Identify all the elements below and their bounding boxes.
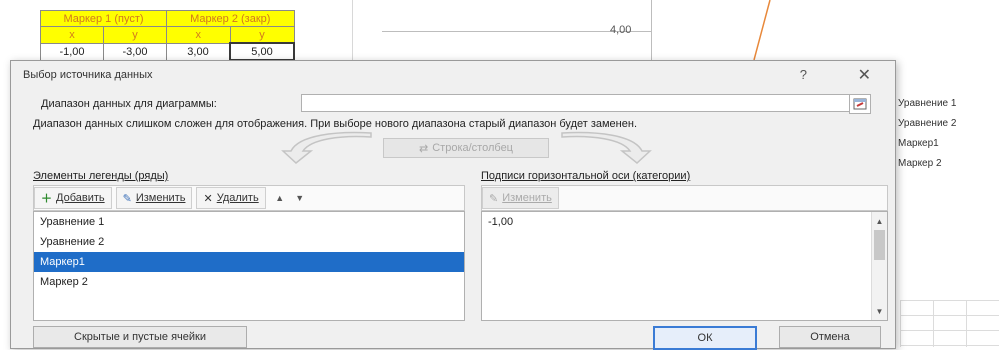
chevron-up-icon: ▲ [875,216,884,226]
series-item-marker-1[interactable]: Маркер1 [34,252,464,272]
axis-labels-list[interactable]: -1,00 ▲ ▼ [481,211,888,321]
delete-series-button[interactable]: ✕ Удалить [196,187,266,209]
move-down-button[interactable]: ▼ [290,188,310,208]
axis-label-item[interactable]: -1,00 [482,212,887,232]
cell-y1-value[interactable]: -3,00 [103,42,167,61]
arrow-left-icon [281,131,372,164]
hidden-empty-cells-button[interactable]: Скрытые и пустые ячейки [33,326,247,348]
arrow-right-icon [561,131,652,164]
cell-x2-value[interactable]: 3,00 [166,42,231,61]
axis-list-scrollbar[interactable]: ▲ ▼ [871,212,887,320]
cell-x1-value[interactable]: -1,00 [40,42,104,61]
scroll-thumb[interactable] [874,230,885,260]
series-item-equation-1[interactable]: Уравнение 1 [34,212,464,232]
ok-button[interactable]: ОК [653,326,757,350]
move-up-button[interactable]: ▲ [270,188,290,208]
marker1-header[interactable]: Маркер 1 (пуст) [40,10,167,27]
legend-entry: Маркер 2 [898,158,942,169]
switch-label: Строка/столбец [432,142,513,154]
chart-range-label: Диапазон данных для диаграммы: [41,98,217,110]
marker-table: Маркер 1 (пуст) Маркер 2 (закр) x y x y … [40,10,295,61]
axis-toolbar: ✎ Изменить [481,185,888,211]
cell-x1-label[interactable]: x [40,26,104,44]
cell-x2-label[interactable]: x [166,26,231,44]
chart-range-input[interactable] [301,94,856,112]
range-picker-icon [853,98,867,110]
legend-entry: Уравнение 1 [898,98,957,109]
switch-row-column-button[interactable]: ⇄ Строка/столбец [383,138,549,158]
range-complex-warning: Диапазон данных слишком сложен для отобр… [33,118,637,130]
range-select-button[interactable] [849,94,871,114]
legend-entry: Уравнение 2 [898,118,957,129]
axis-labels-label: Подписи горизонтальной оси (категории) [481,170,691,182]
cell-y2-label[interactable]: y [229,26,295,44]
chevron-down-icon: ▼ [875,306,884,316]
legend-series-list[interactable]: Уравнение 1 Уравнение 2 Маркер1 Маркер 2 [33,211,465,321]
edit-icon: ✎ [122,192,132,205]
cell-y2-value[interactable]: 5,00 [229,42,295,61]
legend-toolbar: ＋ Добавить ✎ Изменить ✕ Удалить ▲ ▼ [33,185,465,211]
add-series-button[interactable]: ＋ Добавить [34,187,112,209]
legend-entries-label: Элементы легенды (ряды) [33,170,169,182]
series-item-marker-2[interactable]: Маркер 2 [34,272,464,292]
scroll-up-button[interactable]: ▲ [872,214,887,228]
cancel-button[interactable]: Отмена [779,326,881,348]
chart-axis [651,0,652,60]
triangle-up-icon: ▲ [275,193,285,203]
help-button[interactable]: ? [800,67,807,82]
chart-series-curve [753,0,771,60]
dialog-title: Выбор источника данных [23,69,153,81]
close-button[interactable]: ✕ [858,65,871,85]
cell-y1-label[interactable]: y [103,26,167,44]
chart-legend: Уравнение 1 Уравнение 2 Маркер1 Маркер 2 [898,94,956,174]
add-series-label: Добавить [56,192,105,204]
marker2-header[interactable]: Маркер 2 (закр) [166,10,295,27]
edit-series-label: Изменить [135,192,186,204]
delete-icon: ✕ [203,192,213,205]
delete-series-label: Удалить [216,192,259,204]
edit-axis-button[interactable]: ✎ Изменить [482,187,559,209]
triangle-down-icon: ▼ [295,193,305,203]
sheet-cells-right [900,300,999,347]
scroll-down-button[interactable]: ▼ [872,304,887,318]
series-item-equation-2[interactable]: Уравнение 2 [34,232,464,252]
select-data-source-dialog: Выбор источника данных ? ✕ Диапазон данн… [10,60,896,350]
sheet-gridline [352,0,353,60]
add-icon: ＋ [41,193,52,205]
equation-curve-line [753,0,771,60]
edit-series-button[interactable]: ✎ Изменить [115,187,193,209]
chart-ytick-label: 4,00 [610,24,632,36]
switch-icon: ⇄ [419,142,429,155]
edit-icon: ✎ [489,192,499,205]
legend-entry: Маркер1 [898,138,939,149]
edit-axis-label: Изменить [502,192,552,204]
